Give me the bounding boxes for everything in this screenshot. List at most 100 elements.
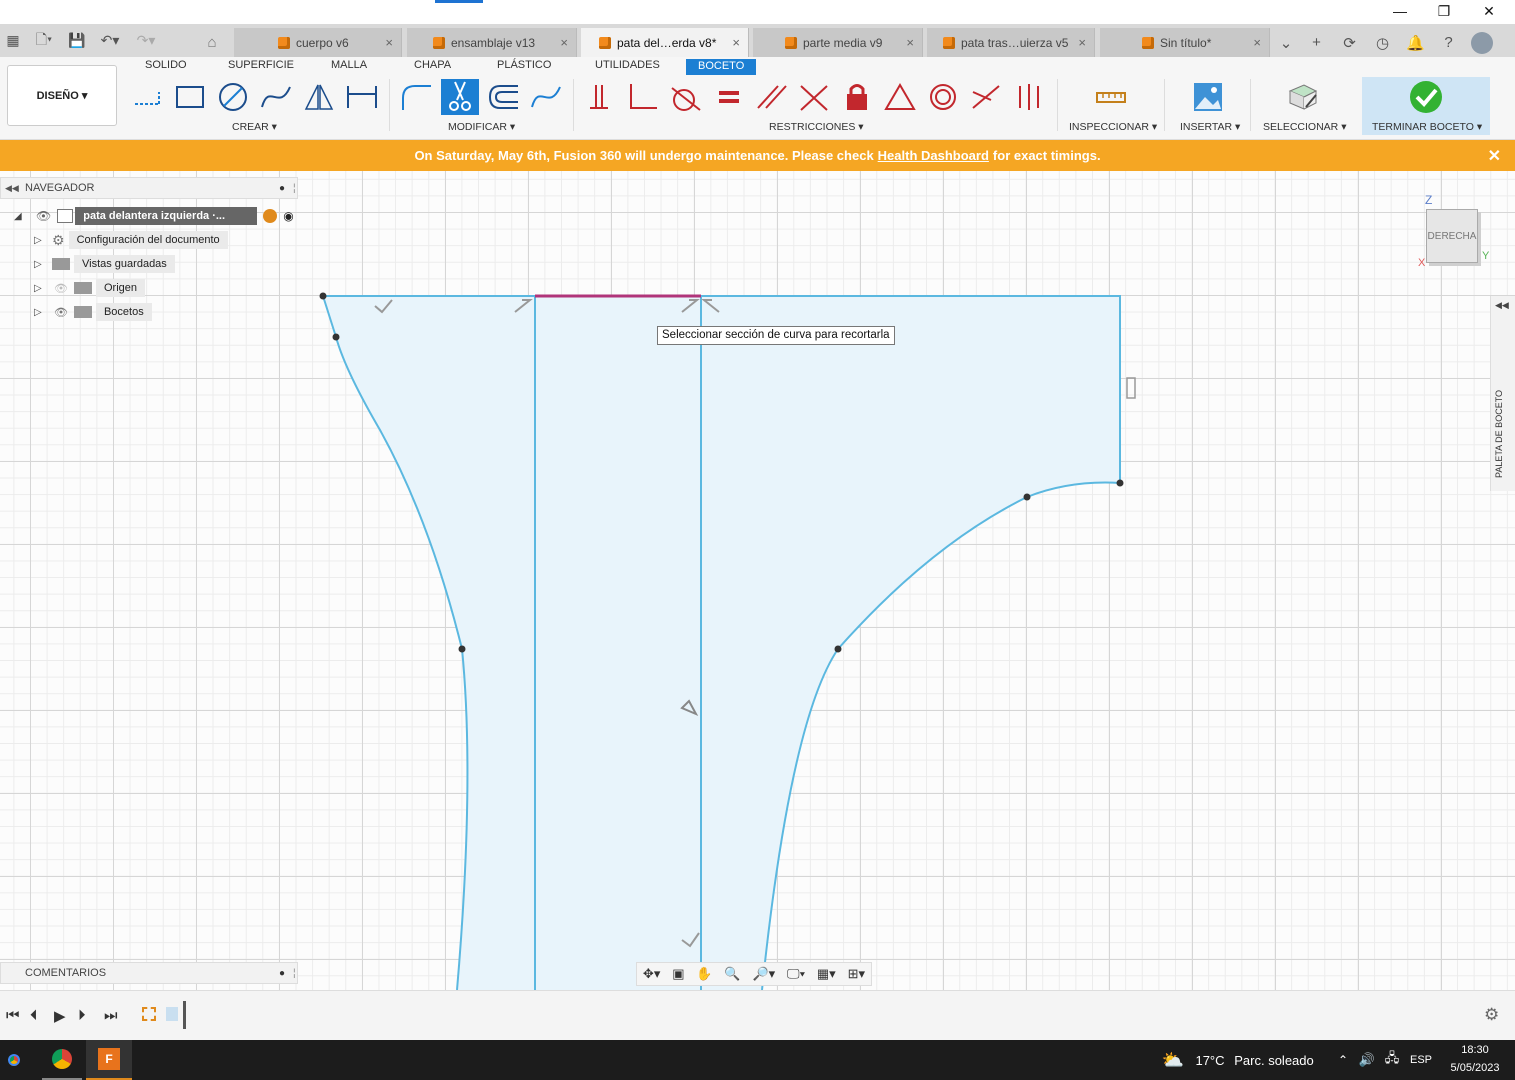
symmetry-constraint-icon[interactable]	[1010, 79, 1048, 115]
volume-icon[interactable]: 🔊	[1356, 1040, 1378, 1080]
fusion360-taskbar-icon[interactable]: F	[86, 1040, 132, 1080]
eye-hidden-icon[interactable]: 👁	[54, 282, 68, 295]
undo-icon[interactable]: ↶▾	[92, 24, 128, 57]
equal-constraint-icon[interactable]	[709, 79, 747, 115]
clock-date[interactable]: 5/05/2023	[1444, 1062, 1506, 1074]
tab-solido[interactable]: SOLIDO	[145, 59, 187, 75]
navigator-item-origen[interactable]: ▷ 👁 Origen	[34, 278, 145, 298]
timeline-next-icon[interactable]: ⏵	[78, 1007, 86, 1024]
close-window-button[interactable]: ✕	[1467, 0, 1511, 22]
group-seleccionar[interactable]: SELECCIONAR ▾	[1263, 121, 1346, 133]
tab-boceto[interactable]: BOCETO	[686, 59, 757, 75]
rectangle-tool-icon[interactable]	[171, 79, 209, 115]
tangent-constraint-icon[interactable]	[666, 79, 704, 115]
expand-triangle-icon[interactable]: ▷	[34, 307, 46, 318]
weather-description[interactable]: Parc. soleado	[1232, 1040, 1316, 1080]
sketch-geometry[interactable]	[0, 171, 1515, 990]
expand-palette-arrows-icon[interactable]: ◀◀	[1495, 300, 1509, 311]
measure-ruler-icon[interactable]	[1092, 79, 1130, 115]
collapse-arrows-icon[interactable]: ◀◀	[5, 183, 19, 194]
finish-sketch-checkmark-icon[interactable]	[1407, 79, 1445, 115]
group-restricciones[interactable]: RESTRICCIONES ▾	[769, 121, 864, 133]
job-status-clock-icon[interactable]: ◷	[1366, 28, 1399, 57]
tab-ensamblaje[interactable]: ensamblaje v13 ×	[407, 28, 577, 57]
navigator-minimize-icon[interactable]: ●	[279, 183, 285, 194]
insert-image-icon[interactable]	[1189, 79, 1227, 115]
eye-icon[interactable]: 👁	[36, 209, 51, 223]
tab-overflow-chevron-icon[interactable]: ⌄	[1272, 28, 1300, 57]
tab-pata-delantera[interactable]: pata del…erda v8* ×	[581, 28, 749, 57]
grid-settings-icon[interactable]: ▦▾	[817, 966, 836, 982]
chrome-icon[interactable]	[0, 1040, 28, 1080]
navigator-item-configuracion[interactable]: ▷ ⚙ Configuración del documento	[34, 230, 228, 250]
timeline-marker[interactable]	[183, 1001, 186, 1029]
save-icon[interactable]: 💾	[62, 24, 92, 57]
apps-grid-icon[interactable]: ▦	[0, 24, 26, 57]
expand-triangle-icon[interactable]: ▷	[34, 259, 46, 270]
file-menu-icon[interactable]: 🗋▾	[26, 24, 62, 57]
restore-button[interactable]: ❐	[1422, 0, 1466, 22]
viewports-icon[interactable]: ⊞▾	[848, 966, 865, 982]
tab-plastico[interactable]: PLÁSTICO	[497, 59, 551, 75]
help-icon[interactable]: ?	[1432, 28, 1465, 57]
navigator-header[interactable]: ◀◀ NAVEGADOR ● ¦	[0, 177, 298, 199]
tab-cuerpo[interactable]: cuerpo v6 ×	[234, 28, 402, 57]
chrome-profile-icon[interactable]	[42, 1040, 82, 1080]
collinear-constraint-icon[interactable]	[967, 79, 1005, 115]
midpoint-constraint-icon[interactable]	[881, 79, 919, 115]
close-tab-icon[interactable]: ×	[1253, 35, 1261, 50]
tab-utilidades[interactable]: UTILIDADES	[595, 59, 660, 75]
tab-pata-trasera[interactable]: pata tras…uierza v5 ×	[927, 28, 1095, 57]
eye-icon[interactable]: 👁	[54, 306, 68, 319]
timeline-first-icon[interactable]: ⏮	[6, 1007, 20, 1024]
dimension-tool-icon[interactable]	[343, 79, 381, 115]
select-box-icon[interactable]	[1284, 79, 1322, 115]
close-tab-icon[interactable]: ×	[732, 35, 740, 50]
group-crear[interactable]: CREAR ▾	[232, 121, 277, 133]
notifications-bell-icon[interactable]: 🔔	[1399, 28, 1432, 57]
zoom-window-icon[interactable]: 🔎▾	[752, 966, 775, 982]
timeline-settings-gear-icon[interactable]: ⚙	[1484, 1005, 1499, 1025]
timeline-previous-icon[interactable]: ⏴	[30, 1007, 38, 1024]
display-settings-icon[interactable]: 🖵▾	[787, 966, 805, 982]
close-tab-icon[interactable]: ×	[385, 35, 393, 50]
offset-tool-icon[interactable]	[484, 79, 522, 115]
sketch-canvas[interactable]	[0, 171, 1515, 990]
minimize-button[interactable]: —	[1378, 0, 1422, 22]
language-indicator[interactable]: ESP	[1406, 1040, 1436, 1080]
horizontal-vertical-constraint-icon[interactable]	[580, 79, 618, 115]
workspace-switcher-button[interactable]: DISEÑO ▾	[7, 65, 117, 126]
close-tab-icon[interactable]: ×	[560, 35, 568, 50]
network-icon[interactable]: 🖧	[1380, 1040, 1404, 1080]
tab-chapa[interactable]: CHAPA	[414, 59, 451, 75]
spline-tool-icon[interactable]	[257, 79, 295, 115]
group-insertar[interactable]: INSERTAR ▾	[1180, 121, 1240, 133]
tab-malla[interactable]: MALLA	[331, 59, 367, 75]
new-tab-plus-icon[interactable]: +	[1300, 28, 1333, 57]
group-terminar-boceto[interactable]: TERMINAR BOCETO ▾	[1372, 121, 1482, 133]
expand-triangle-icon[interactable]: ▷	[34, 283, 46, 294]
comments-panel-header[interactable]: COMENTARIOS ● ¦	[0, 962, 298, 984]
root-component-label[interactable]: pata delantera izquierda ·...	[75, 207, 258, 225]
user-avatar[interactable]	[1465, 28, 1498, 57]
timeline-play-icon[interactable]: ▶	[54, 1007, 66, 1025]
activate-radio-icon[interactable]: ◉	[283, 209, 293, 223]
timeline-last-icon[interactable]: ⏭	[104, 1007, 118, 1024]
weather-temperature[interactable]: 17°C	[1192, 1040, 1228, 1080]
navigator-root-row[interactable]: ◢ 👁 pata delantera izquierda ·... ◉	[14, 206, 294, 226]
tab-sin-titulo[interactable]: Sin título* ×	[1100, 28, 1270, 57]
weather-cloud-sun-icon[interactable]: ⛅	[1158, 1040, 1188, 1080]
timeline-sketch-feature-icon[interactable]	[142, 1007, 156, 1021]
add-comment-icon[interactable]: ●	[279, 968, 285, 979]
look-at-icon[interactable]: ▣	[672, 966, 684, 982]
fix-lock-constraint-icon[interactable]	[838, 79, 876, 115]
close-tab-icon[interactable]: ×	[1078, 35, 1086, 50]
navigator-item-bocetos[interactable]: ▷ 👁 Bocetos	[34, 302, 152, 322]
home-icon[interactable]: ⌂	[196, 28, 228, 57]
trim-tool-icon[interactable]	[441, 79, 479, 115]
extensions-icon[interactable]: ⟳	[1333, 28, 1366, 57]
redo-icon[interactable]: ↷▾	[128, 24, 164, 57]
pan-hand-icon[interactable]: ✋	[696, 966, 712, 982]
coincident-constraint-icon[interactable]	[623, 79, 661, 115]
mirror-tool-icon[interactable]	[300, 79, 338, 115]
